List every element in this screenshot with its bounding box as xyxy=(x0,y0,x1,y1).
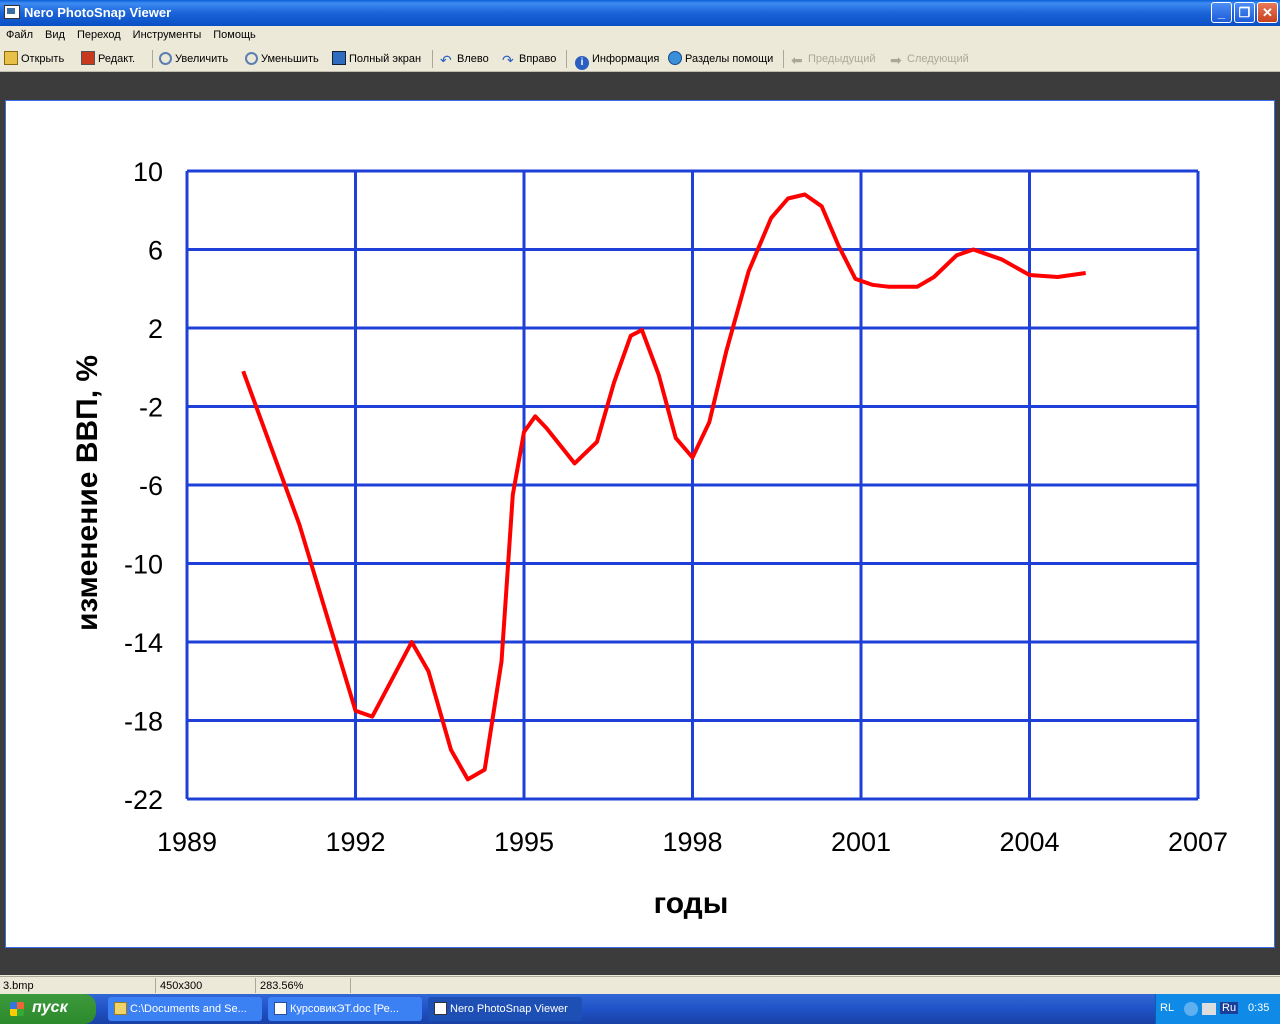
status-divider xyxy=(255,978,256,993)
folder-icon xyxy=(114,1002,127,1015)
system-tray: RL Ru 0:35 xyxy=(1155,994,1280,1024)
tray-back-icon[interactable] xyxy=(1184,1002,1198,1016)
next-button[interactable]: ➡ Следующий xyxy=(890,51,969,67)
status-bar: 3.bmp 450x300 283.56% xyxy=(0,976,1280,995)
tray-lang-indicator[interactable]: RL xyxy=(1160,1002,1174,1014)
y-axis-label: изменение ВВП, % xyxy=(71,355,104,631)
rotate-left-button[interactable]: ↶ Влево xyxy=(440,51,489,67)
taskbar-item-word[interactable]: КурсовикЭТ.doc [Ре... xyxy=(268,997,422,1021)
x-tick-label: 2004 xyxy=(999,827,1059,857)
y-tick-label: -2 xyxy=(139,393,163,423)
y-tick-label: 10 xyxy=(133,157,163,187)
y-tick-label: -10 xyxy=(124,550,163,580)
edit-button[interactable]: Редакт. xyxy=(81,51,135,67)
zoom-out-button[interactable]: Уменьшить xyxy=(245,51,319,67)
status-filename: 3.bmp xyxy=(3,980,34,992)
y-tick-labels: 10 6 2 -2 -6 -10 -14 -18 -22 xyxy=(124,157,163,815)
restore-button[interactable]: ❐ xyxy=(1234,2,1255,23)
tray-network-icon[interactable] xyxy=(1202,1003,1216,1015)
rotate-left-icon: ↶ xyxy=(440,52,452,68)
y-tick-label: 2 xyxy=(148,314,163,344)
word-doc-icon xyxy=(274,1002,287,1015)
menu-help[interactable]: Помощь xyxy=(207,26,262,41)
rotate-right-icon: ↷ xyxy=(502,52,514,68)
info-icon: i xyxy=(575,56,589,70)
status-dimensions: 450x300 xyxy=(160,980,203,992)
taskbar: пуск C:\Documents and Se... КурсовикЭТ.d… xyxy=(0,994,1280,1024)
x-tick-label: 2001 xyxy=(831,827,891,857)
previous-button[interactable]: ⬅ Предыдущий xyxy=(791,51,875,67)
status-zoom: 283.56% xyxy=(260,980,304,992)
app-icon xyxy=(4,5,20,19)
taskbar-item-explorer[interactable]: C:\Documents and Se... xyxy=(108,997,262,1021)
toolbar-separator xyxy=(566,50,567,68)
edit-image-icon xyxy=(81,51,95,65)
gdp-series-line xyxy=(241,192,1086,782)
zoom-in-icon xyxy=(159,52,172,65)
arrow-right-icon: ➡ xyxy=(890,52,902,68)
y-tick-label: -6 xyxy=(139,471,163,501)
x-tick-label: 2007 xyxy=(1168,827,1228,857)
viewer-icon xyxy=(434,1002,447,1015)
close-button[interactable]: ✕ xyxy=(1257,2,1278,23)
tray-input-language[interactable]: Ru xyxy=(1220,1002,1239,1014)
zoom-in-button[interactable]: Увеличить xyxy=(159,51,228,67)
start-button[interactable]: пуск xyxy=(0,994,96,1024)
image-view: 10 6 2 -2 -6 -10 -14 -18 -22 1989 1992 1995 1998 200… xyxy=(5,100,1275,948)
x-axis-label: годы xyxy=(654,887,729,920)
x-tick-label: 1995 xyxy=(494,827,554,857)
chart-grid xyxy=(185,169,1200,801)
toolbar-separator xyxy=(432,50,433,68)
x-tick-labels: 1989 1992 1995 1998 2001 2004 2007 xyxy=(157,827,1228,857)
status-divider xyxy=(350,978,351,993)
help-globe-icon xyxy=(668,51,682,65)
viewer-canvas: 10 6 2 -2 -6 -10 -14 -18 -22 1989 1992 1995 1998 200… xyxy=(0,72,1280,975)
info-button[interactable]: i Информация xyxy=(575,51,659,70)
rotate-right-button[interactable]: ↷ Вправо xyxy=(502,51,556,67)
y-tick-label: -22 xyxy=(124,785,163,815)
toolbar-separator xyxy=(783,50,784,68)
help-topics-button[interactable]: Разделы помощи xyxy=(668,51,773,67)
fullscreen-button[interactable]: Полный экран xyxy=(332,51,421,67)
clock: 0:35 xyxy=(1248,1002,1270,1014)
y-tick-label: 6 xyxy=(148,236,163,266)
gdp-chart: 10 6 2 -2 -6 -10 -14 -18 -22 1989 1992 1995 1998 200… xyxy=(71,157,1228,920)
y-tick-label: -18 xyxy=(124,707,163,737)
x-tick-label: 1989 xyxy=(157,827,217,857)
title-bar: Nero PhotoSnap Viewer _ ❐ ✕ xyxy=(0,0,1280,26)
folder-open-icon xyxy=(4,51,18,65)
window-title: Nero PhotoSnap Viewer xyxy=(24,5,172,20)
x-tick-label: 1992 xyxy=(325,827,385,857)
windows-flag-icon xyxy=(10,1002,24,1016)
fullscreen-icon xyxy=(332,51,346,65)
taskbar-item-photosnap[interactable]: Nero PhotoSnap Viewer xyxy=(428,997,582,1021)
status-divider xyxy=(155,978,156,993)
minimize-button[interactable]: _ xyxy=(1211,2,1232,23)
open-button[interactable]: Открыть xyxy=(4,51,64,67)
toolbar-separator xyxy=(152,50,153,68)
menu-go[interactable]: Переход xyxy=(71,26,127,41)
menu-view[interactable]: Вид xyxy=(39,26,71,41)
menu-tools[interactable]: Инструменты xyxy=(127,26,208,41)
zoom-out-icon xyxy=(245,52,258,65)
arrow-left-icon: ⬅ xyxy=(791,52,803,68)
y-tick-label: -14 xyxy=(124,628,163,658)
menu-file[interactable]: Файл xyxy=(0,26,39,41)
menu-bar: Файл Вид Переход Инструменты Помощь xyxy=(0,26,1280,46)
toolbar: Открыть Редакт. Увеличить Уменьшить Полн… xyxy=(0,47,1280,72)
x-tick-label: 1998 xyxy=(662,827,722,857)
